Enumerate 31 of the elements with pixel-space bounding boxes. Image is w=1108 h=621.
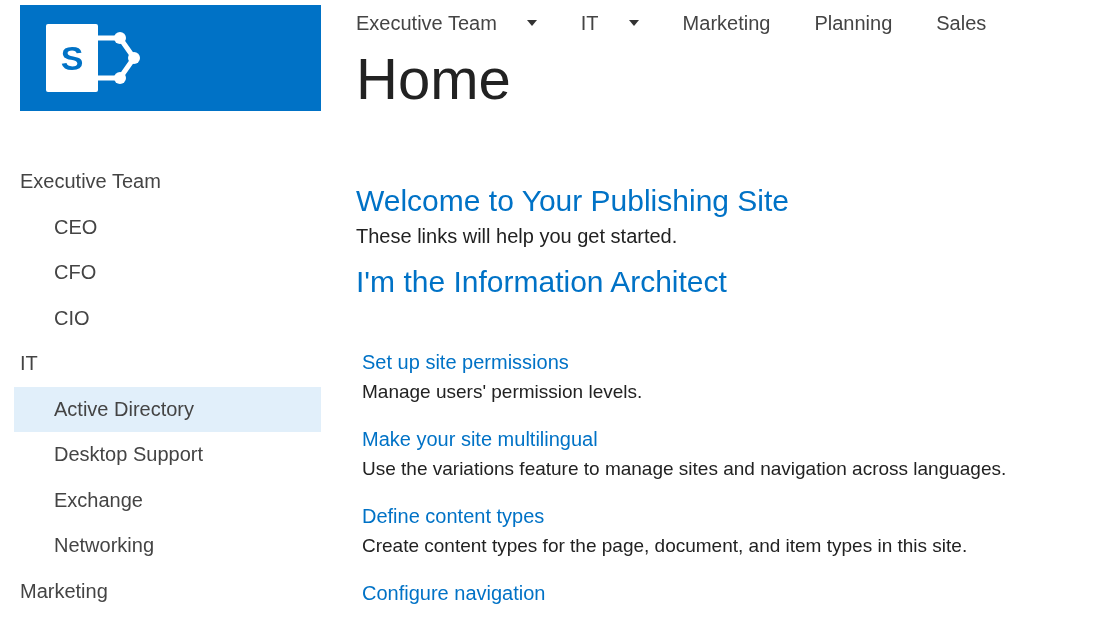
quick-launch-item[interactable]: Active Directory — [14, 386, 321, 432]
task-link[interactable]: Make your site multilingual — [362, 425, 1108, 454]
welcome-heading: Welcome to Your Publishing Site — [356, 183, 791, 219]
task-link[interactable]: Configure navigation — [362, 579, 1108, 608]
top-nav-link[interactable]: Marketing — [682, 8, 771, 38]
network-icon — [98, 30, 142, 86]
task-link[interactable]: Define content types — [362, 502, 1108, 531]
task-description: Create content types for the page, document, and item types in this site. — [362, 534, 969, 558]
caret-down-icon — [526, 20, 537, 26]
quick-launch-item[interactable]: Desktop Support — [14, 432, 321, 478]
welcome-subtitle: These links will help you get started. — [356, 224, 679, 249]
logo-letter: S — [46, 24, 98, 92]
logo-tile[interactable]: S — [20, 5, 321, 111]
top-nav-link[interactable]: Sales — [936, 8, 987, 38]
task-description: Manage users' permission levels. — [362, 380, 644, 404]
top-nav-link[interactable]: Executive Team — [356, 8, 537, 38]
quick-launch-item[interactable]: CIO — [14, 295, 321, 341]
quick-launch-item[interactable]: CFO — [14, 250, 321, 296]
quick-launch-item[interactable]: Marketing — [14, 568, 321, 614]
task-link[interactable]: Set up site permissions — [362, 348, 1108, 377]
page-title: Home — [356, 45, 512, 113]
quick-launch-item[interactable]: IT — [14, 341, 321, 387]
quick-launch-item[interactable]: Executive Team — [14, 159, 321, 205]
top-nav-link[interactable]: IT — [580, 8, 639, 38]
caret-down-icon — [628, 20, 639, 26]
quick-launch-item[interactable]: Exchange — [14, 477, 321, 523]
role-heading: I'm the Information Architect — [356, 264, 728, 300]
task-description: Use the variations feature to manage sites and navigation across languages. — [362, 457, 1008, 481]
quick-launch-item[interactable]: Networking — [14, 523, 321, 569]
quick-launch-item[interactable]: CEO — [14, 204, 321, 250]
top-nav-link[interactable]: Planning — [814, 8, 893, 38]
